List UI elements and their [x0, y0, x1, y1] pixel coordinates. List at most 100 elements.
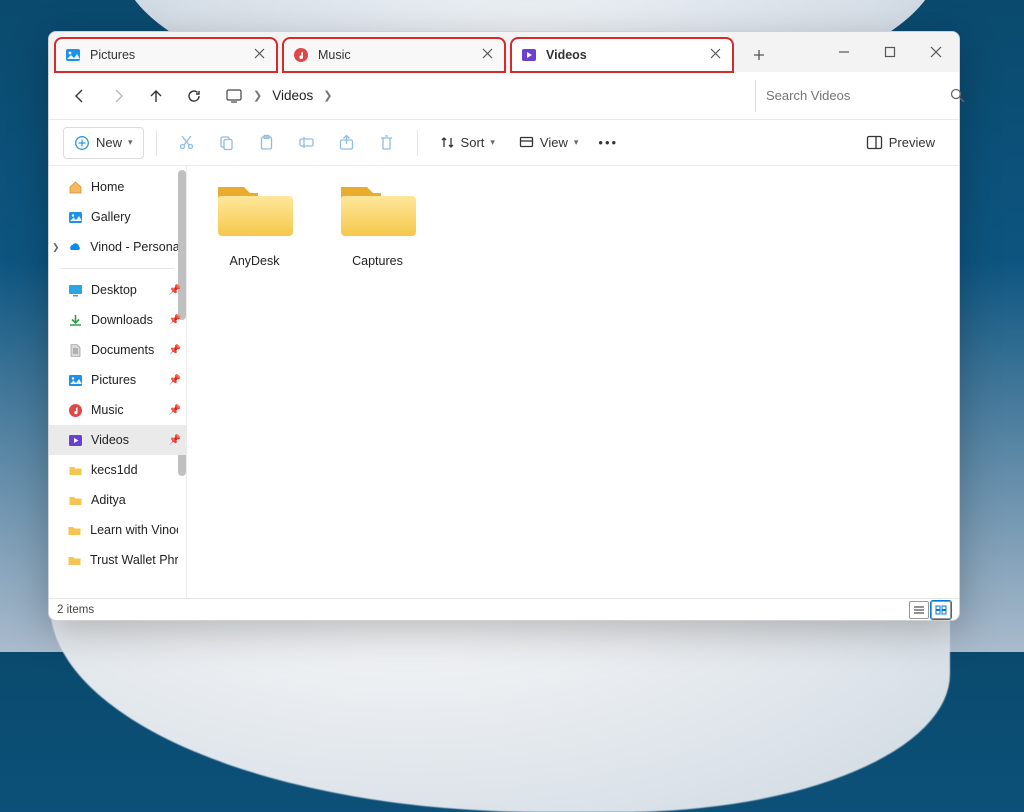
tab-videos[interactable]: Videos: [511, 38, 733, 72]
pictures-icon: [67, 372, 83, 388]
delete-button[interactable]: [369, 127, 405, 159]
pin-icon: 📌: [169, 285, 181, 296]
sidebar-item-label: Downloads: [91, 313, 153, 327]
pin-icon: 📌: [169, 345, 181, 356]
icons-view-button[interactable]: [931, 601, 951, 619]
up-button[interactable]: [139, 79, 173, 113]
onedrive-icon: [67, 239, 82, 255]
content-area[interactable]: AnyDesk Captures: [187, 166, 959, 598]
sidebar-item-folder[interactable]: Learn with Vinod: [49, 515, 186, 545]
command-bar: New ▾ Sort ▾ View ▾ ••• Preview: [49, 120, 959, 166]
sidebar-item-onedrive[interactable]: ❯ Vinod - Personal: [49, 232, 186, 262]
close-window-button[interactable]: [913, 32, 959, 72]
sidebar-item-pictures[interactable]: Pictures 📌: [49, 365, 186, 395]
sidebar-item-label: Aditya: [91, 493, 126, 507]
chevron-right-icon: ❯: [253, 89, 262, 102]
chevron-right-icon: ❯: [323, 89, 332, 102]
share-button[interactable]: [329, 127, 365, 159]
chevron-down-icon: ▾: [490, 137, 495, 148]
sidebar-item-home[interactable]: Home: [49, 172, 186, 202]
sidebar-item-label: Desktop: [91, 283, 137, 297]
pin-icon: 📌: [169, 375, 181, 386]
sidebar-item-videos[interactable]: Videos 📌: [49, 425, 186, 455]
videos-icon: [520, 46, 538, 64]
sidebar-item-music[interactable]: Music 📌: [49, 395, 186, 425]
sidebar-item-label: Learn with Vinod: [90, 523, 178, 537]
search-input[interactable]: [766, 88, 942, 103]
ellipsis-icon: •••: [598, 135, 618, 150]
folder-name: Captures: [330, 254, 425, 268]
folder-icon: [67, 552, 82, 568]
home-icon: [67, 179, 83, 195]
gallery-icon: [67, 209, 83, 225]
sidebar-item-documents[interactable]: Documents 📌: [49, 335, 186, 365]
window-controls: [821, 32, 959, 72]
copy-button[interactable]: [209, 127, 245, 159]
sidebar-item-desktop[interactable]: Desktop 📌: [49, 275, 186, 305]
search-box[interactable]: [755, 80, 945, 112]
search-icon: [950, 88, 965, 103]
new-tab-button[interactable]: [739, 38, 779, 72]
tab-label: Pictures: [90, 48, 254, 62]
chevron-down-icon: ▾: [574, 137, 579, 148]
details-view-button[interactable]: [909, 601, 929, 619]
sidebar-item-gallery[interactable]: Gallery: [49, 202, 186, 232]
sidebar-item-label: Trust Wallet Phra: [90, 553, 178, 567]
back-button[interactable]: [63, 79, 97, 113]
sort-icon: [440, 135, 455, 150]
file-explorer-window: Pictures Music Videos: [48, 31, 960, 621]
minimize-button[interactable]: [821, 32, 867, 72]
tab-music[interactable]: Music: [283, 38, 505, 72]
tab-pictures[interactable]: Pictures: [55, 38, 277, 72]
folder-icon: [67, 492, 83, 508]
tab-strip: Pictures Music Videos: [49, 32, 821, 72]
sort-button[interactable]: Sort ▾: [430, 127, 505, 159]
cut-button[interactable]: [169, 127, 205, 159]
view-button[interactable]: View ▾: [509, 127, 588, 159]
videos-icon: [67, 432, 83, 448]
sidebar-item-folder[interactable]: Trust Wallet Phra: [49, 545, 186, 575]
status-bar: 2 items: [49, 598, 959, 620]
folder-icon: [67, 462, 83, 478]
preview-button[interactable]: Preview: [856, 127, 945, 159]
close-icon[interactable]: [710, 48, 724, 62]
close-icon[interactable]: [254, 48, 268, 62]
sidebar-item-label: Vinod - Personal: [90, 240, 178, 254]
rename-button[interactable]: [289, 127, 325, 159]
pictures-icon: [64, 46, 82, 64]
sidebar-item-label: Pictures: [91, 373, 136, 387]
folder-item[interactable]: Captures: [330, 180, 425, 268]
this-pc-icon: [225, 87, 243, 105]
close-icon[interactable]: [482, 48, 496, 62]
chevron-right-icon[interactable]: ❯: [52, 242, 60, 253]
new-label: New: [96, 135, 122, 150]
paste-button[interactable]: [249, 127, 285, 159]
pin-icon: 📌: [169, 315, 181, 326]
new-button[interactable]: New ▾: [63, 127, 144, 159]
folder-icon: [212, 180, 297, 242]
navigation-bar: ❯ Videos ❯: [49, 72, 959, 120]
document-icon: [67, 342, 83, 358]
pin-icon: 📌: [169, 435, 181, 446]
navigation-pane: Home Gallery ❯ Vinod - Personal Desktop …: [49, 166, 187, 598]
sidebar-item-downloads[interactable]: Downloads 📌: [49, 305, 186, 335]
download-icon: [67, 312, 83, 328]
preview-label: Preview: [889, 135, 935, 150]
more-button[interactable]: •••: [592, 127, 624, 159]
folder-icon: [335, 180, 420, 242]
forward-button[interactable]: [101, 79, 135, 113]
folder-item[interactable]: AnyDesk: [207, 180, 302, 268]
preview-pane-icon: [866, 135, 883, 150]
view-label: View: [540, 135, 568, 150]
breadcrumb-current[interactable]: Videos: [272, 88, 313, 103]
sidebar-item-folder[interactable]: kecs1dd: [49, 455, 186, 485]
pin-icon: 📌: [169, 405, 181, 416]
maximize-button[interactable]: [867, 32, 913, 72]
folder-name: AnyDesk: [207, 254, 302, 268]
sidebar-item-label: Music: [91, 403, 124, 417]
music-icon: [292, 46, 310, 64]
refresh-button[interactable]: [177, 79, 211, 113]
tab-label: Videos: [546, 48, 710, 62]
breadcrumb[interactable]: ❯ Videos ❯: [225, 87, 751, 105]
sidebar-item-folder[interactable]: Aditya: [49, 485, 186, 515]
